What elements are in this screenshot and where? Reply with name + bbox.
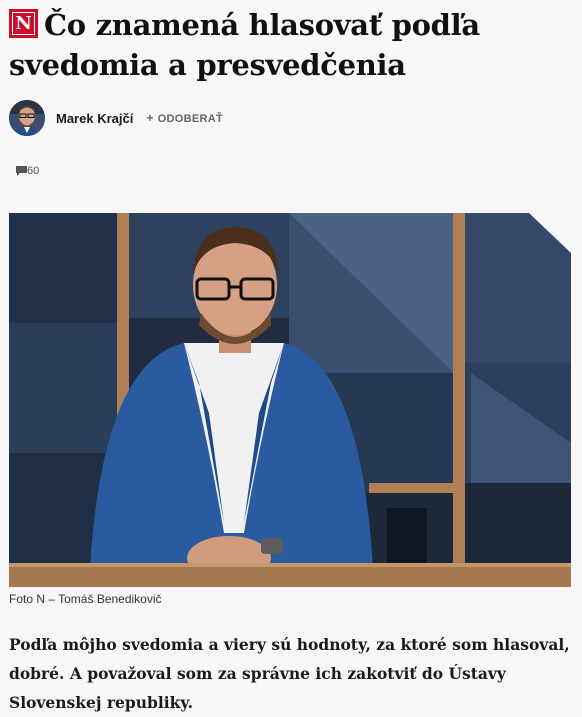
subscribe-button[interactable]: + ODOBERAŤ <box>146 111 223 125</box>
article-title-text: Čo znamená hlasovať podľa svedomia a pre… <box>9 8 480 82</box>
article-title: N Čo znamená hlasovať podľa svedomia a pr… <box>9 5 574 85</box>
photo-caption: Foto N – Tomáš Benedikovič <box>9 592 162 606</box>
plus-icon: + <box>146 111 154 125</box>
author-block: Marek Krajčí + ODOBERAŤ <box>9 100 223 136</box>
comments-count: 60 <box>27 165 40 177</box>
comment-icon <box>16 165 27 177</box>
author-name[interactable]: Marek Krajčí <box>56 111 133 126</box>
dennik-n-logo[interactable]: N <box>9 9 38 38</box>
article-photo[interactable] <box>9 213 571 587</box>
comments-link[interactable]: 60 <box>16 165 39 177</box>
article-perex: Podľa môjho svedomia a viery sú hodnoty,… <box>9 635 570 712</box>
author-avatar[interactable] <box>9 100 45 136</box>
logo-letter: N <box>12 12 35 35</box>
subscribe-label: ODOBERAŤ <box>157 113 223 125</box>
